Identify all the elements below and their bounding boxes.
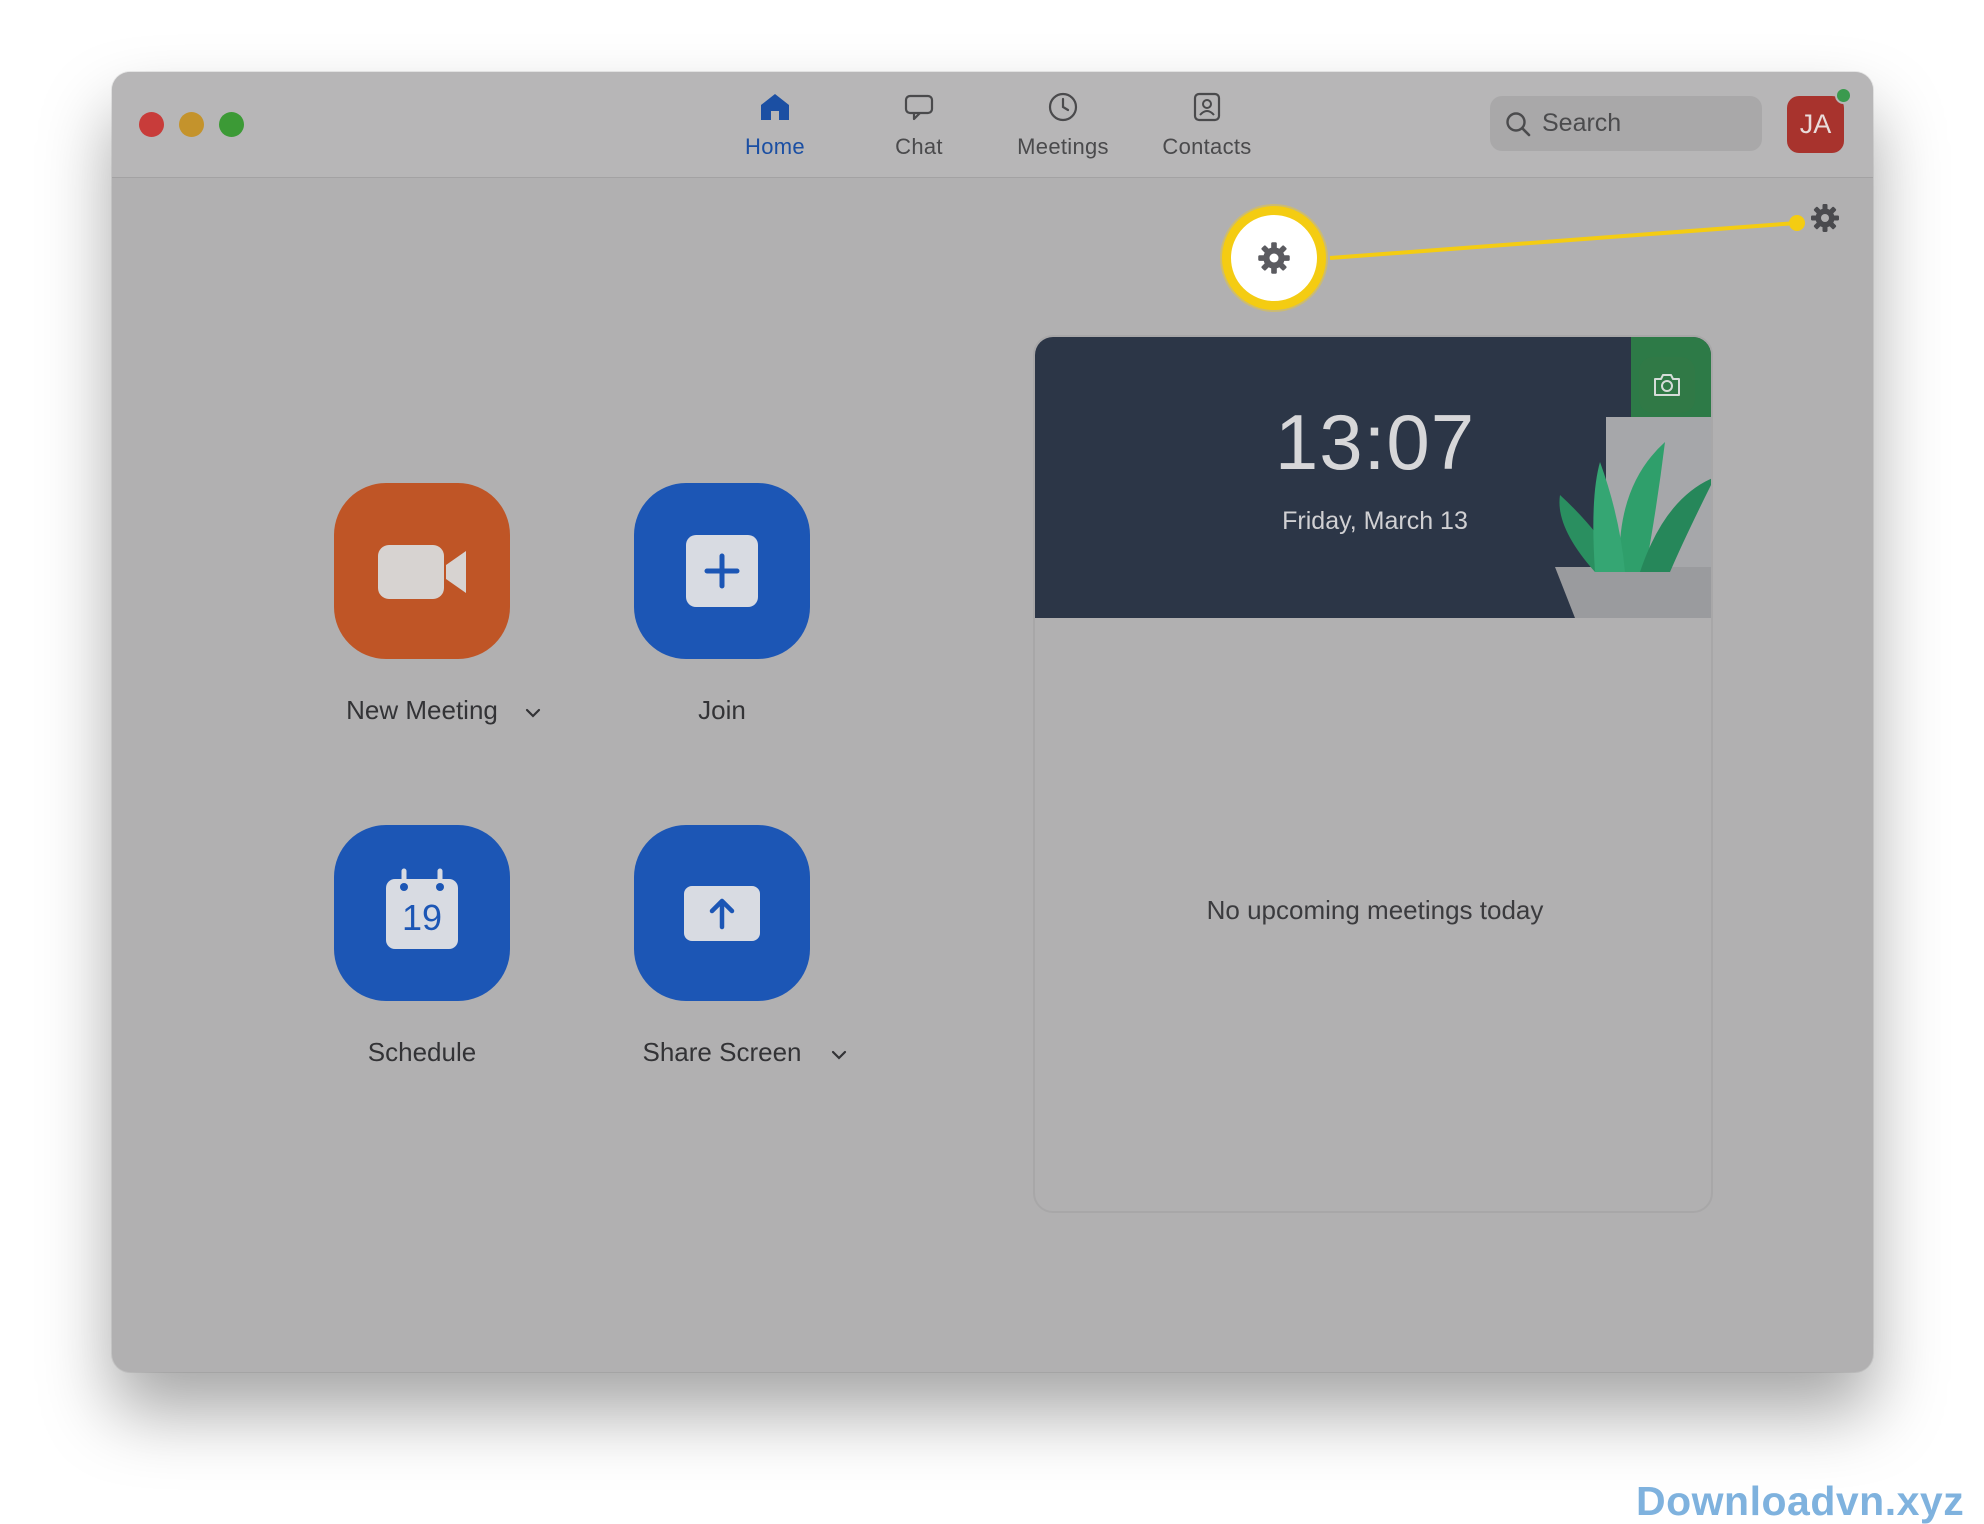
share-screen-label-row[interactable]: Share Screen [634,1037,847,1068]
search-box[interactable] [1490,96,1762,151]
tab-chat-label: Chat [895,134,943,159]
current-time: 13:07 [1274,398,1476,486]
search-icon [1506,112,1531,137]
clock-header: 13:07 Friday, March 13 [1035,337,1711,618]
home-icon [761,94,789,120]
calendar-day-number: 19 [401,897,443,938]
tab-contacts-label: Contacts [1162,134,1252,159]
online-status-dot [1835,87,1852,104]
change-background-button[interactable] [1639,357,1695,413]
no-meetings-message: No upcoming meetings today [1206,895,1544,925]
upload-arrow-icon [684,886,760,941]
camera-icon [1654,374,1680,396]
new-meeting-label: New Meeting [346,695,498,725]
chat-bubble-icon [904,94,934,121]
plus-icon [686,535,758,607]
video-camera-icon [378,545,466,599]
gear-icon[interactable] [1809,202,1841,234]
tab-home[interactable]: Home [710,90,840,170]
tab-meetings[interactable]: Meetings [998,90,1128,170]
watermark: Downloadvn.xyz [1636,1478,1965,1524]
minimize-window-button[interactable] [179,112,204,137]
zoom-window: Home Chat Meetings Contacts Search JA Ne… [112,72,1873,1372]
title-bar: Home Chat Meetings Contacts Search JA [112,72,1873,178]
new-meeting-button[interactable] [334,483,510,659]
current-date: Friday, March 13 [1282,507,1468,535]
chevron-down-icon[interactable] [830,1048,848,1062]
settings-highlight-callout [1222,206,1326,310]
new-meeting-label-row[interactable]: New Meeting [334,695,541,726]
clock-icon [1048,92,1078,122]
upcoming-meetings-panel: 13:07 Friday, March 13 No upcoming meeti… [1033,335,1713,1213]
gear-icon [1258,242,1290,274]
schedule-button[interactable]: 19 [334,825,510,1001]
avatar[interactable]: JA [1787,96,1844,153]
tab-contacts[interactable]: Contacts [1142,90,1272,170]
schedule-action: 19 Schedule [334,825,510,1068]
schedule-label: Schedule [367,1037,477,1067]
tab-chat[interactable]: Chat [854,90,984,170]
join-action: Join [634,483,810,726]
share-screen-button[interactable] [634,825,810,1001]
page: Home Chat Meetings Contacts Search JA Ne… [0,0,1984,1524]
share-screen-label: Share Screen [642,1037,802,1067]
share-screen-action: Share Screen [634,825,847,1068]
tab-meetings-label: Meetings [1017,134,1109,159]
join-button[interactable] [634,483,810,659]
contact-card-icon [1193,92,1221,122]
search-input[interactable] [1542,96,1752,151]
close-window-button[interactable] [139,112,164,137]
tab-home-label: Home [745,134,805,159]
maximize-window-button[interactable] [219,112,244,137]
chevron-down-icon[interactable] [524,706,542,720]
join-label: Join [698,695,746,725]
new-meeting-action: New Meeting [334,483,541,726]
